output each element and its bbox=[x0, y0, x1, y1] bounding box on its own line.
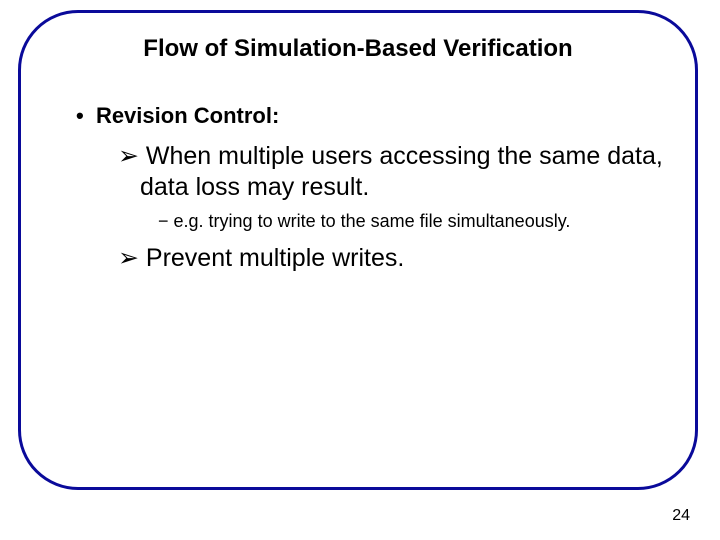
bullet-text: e.g. trying to write to the same file si… bbox=[174, 211, 571, 231]
bullet-level2: ➢ When multiple users accessing the same… bbox=[118, 141, 686, 204]
slide-content: • Revision Control: ➢ When multiple user… bbox=[76, 103, 686, 280]
bullet-text: Prevent multiple writes. bbox=[146, 244, 404, 272]
bullet-marker: • bbox=[76, 103, 84, 128]
slide-frame: Flow of Simulation-Based Verification • … bbox=[18, 10, 698, 490]
bullet-level2: ➢ Prevent multiple writes. bbox=[118, 243, 686, 274]
bullet-level3: − e.g. trying to write to the same file … bbox=[158, 210, 686, 233]
arrow-icon: ➢ bbox=[118, 244, 139, 272]
arrow-icon: ➢ bbox=[118, 142, 139, 170]
bullet-text: Revision Control: bbox=[96, 103, 279, 128]
page-number: 24 bbox=[672, 507, 690, 525]
slide-title: Flow of Simulation-Based Verification bbox=[21, 35, 695, 63]
dash-marker: − bbox=[158, 211, 169, 231]
bullet-level1: • Revision Control: bbox=[76, 103, 686, 129]
bullet-text: When multiple users accessing the same d… bbox=[140, 142, 663, 201]
